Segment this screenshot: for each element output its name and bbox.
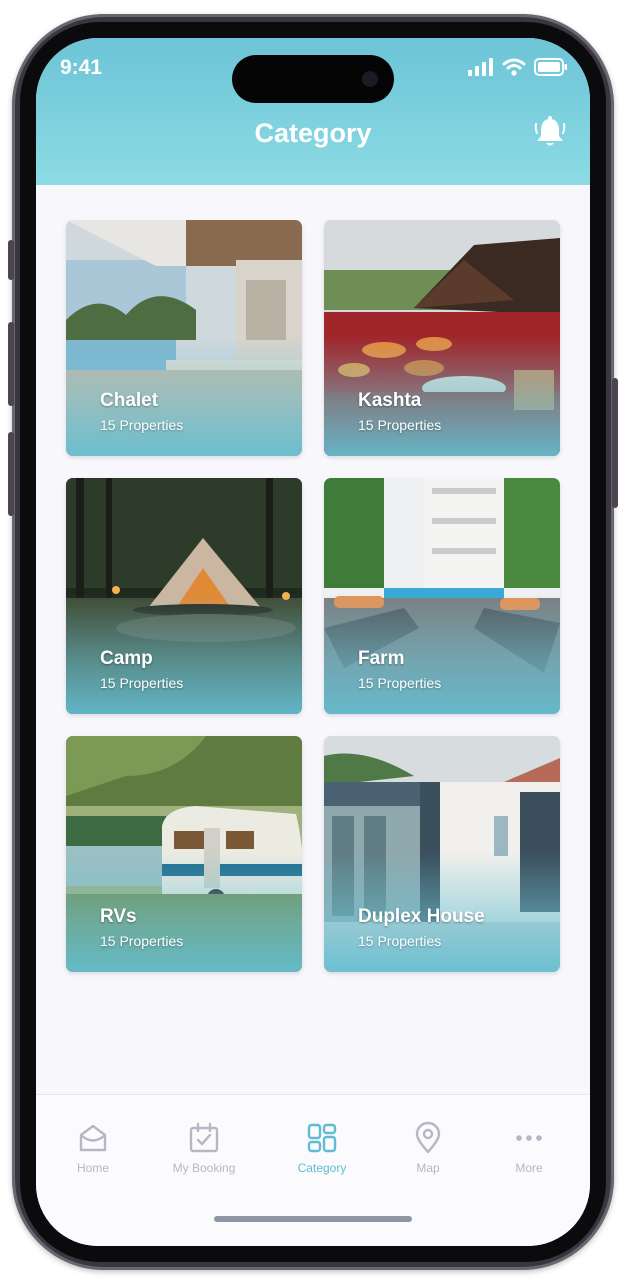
volume-down-button <box>8 432 14 516</box>
category-name: Farm <box>358 648 405 669</box>
tab-my-booking[interactable]: My Booking <box>154 1121 254 1175</box>
action-button <box>8 240 14 280</box>
tab-more[interactable]: More <box>479 1121 579 1175</box>
tab-category[interactable]: Category <box>272 1121 372 1175</box>
tab-home[interactable]: Home <box>43 1121 143 1175</box>
category-count: 15 Properties <box>100 933 184 949</box>
battery-icon <box>534 58 567 76</box>
category-count: 15 Properties <box>100 417 184 433</box>
category-card-kashta[interactable]: Kashta 15 Properties <box>324 220 560 456</box>
category-count: 15 Properties <box>358 675 442 691</box>
tab-label: My Booking <box>172 1161 236 1175</box>
category-card-duplex-house[interactable]: Duplex House 15 Properties <box>324 736 560 972</box>
category-name: RVs <box>100 906 137 927</box>
page-title: Category <box>254 118 372 148</box>
tab-label: More <box>515 1161 543 1175</box>
category-count: 15 Properties <box>100 675 184 691</box>
notification-bell-icon[interactable] <box>532 114 568 150</box>
map-pin-icon <box>415 1121 441 1154</box>
category-count: 15 Properties <box>358 417 442 433</box>
category-count: 15 Properties <box>358 933 442 949</box>
more-dots-icon <box>516 1135 542 1141</box>
dynamic-island <box>232 55 394 103</box>
header: 9:41 Category <box>36 38 590 185</box>
tab-label: Map <box>416 1161 440 1175</box>
category-card-rvs[interactable]: RVs 15 Properties <box>66 736 302 972</box>
bottom-tab-bar: Home My Booking Category Map More <box>36 1094 590 1246</box>
status-time: 9:41 <box>60 56 103 79</box>
calendar-check-icon <box>189 1122 219 1153</box>
wifi-icon <box>502 58 526 76</box>
category-name: Chalet <box>100 390 159 411</box>
tab-label: Home <box>76 1161 109 1175</box>
category-name: Kashta <box>358 390 422 411</box>
volume-up-button <box>8 322 14 406</box>
front-camera-icon <box>362 71 378 87</box>
cellular-signal-icon <box>468 58 493 76</box>
grid-icon <box>307 1123 337 1153</box>
category-name: Duplex House <box>358 906 485 927</box>
category-card-chalet[interactable]: Chalet 15 Properties <box>66 220 302 456</box>
category-card-camp[interactable]: Camp 15 Properties <box>66 478 302 714</box>
tab-map[interactable]: Map <box>378 1121 478 1175</box>
category-card-farm[interactable]: Farm 15 Properties <box>324 478 560 714</box>
home-indicator[interactable] <box>214 1216 412 1222</box>
status-icons <box>468 58 568 76</box>
power-button <box>612 378 618 508</box>
screen: 9:41 Category Chalet 15 Properties Kasht… <box>36 38 590 1246</box>
home-icon <box>79 1124 107 1152</box>
category-name: Camp <box>100 648 153 669</box>
tab-label: Category <box>297 1161 347 1175</box>
